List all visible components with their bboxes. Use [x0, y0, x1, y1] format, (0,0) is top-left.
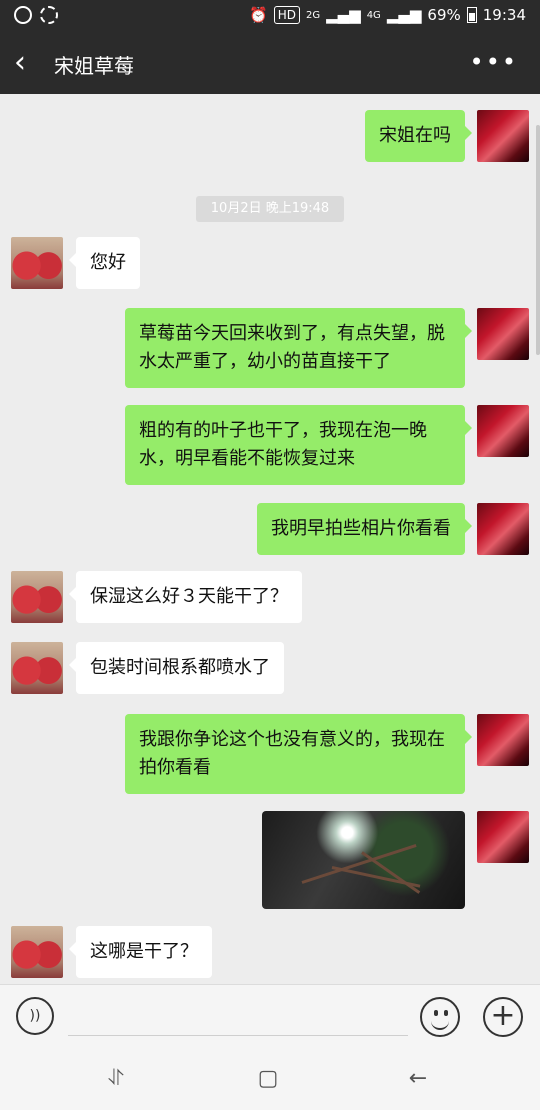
signal-4g-icon: 4G: [366, 9, 381, 21]
emoji-eye: [444, 1010, 448, 1016]
message-bubble-received[interactable]: 这哪是干了？: [69, 926, 212, 978]
notification-icon: [14, 6, 32, 24]
emoji-icon[interactable]: [420, 997, 460, 1037]
message-bubble-received[interactable]: 您好: [69, 237, 140, 289]
chat-header: ‹ 宋姐草莓 •••: [0, 34, 540, 94]
message-bubble-sent[interactable]: 草莓苗今天回来收到了，有点失望，脱水太严重了，幼小的苗直接干了: [125, 308, 472, 388]
contact-avatar[interactable]: [11, 926, 63, 978]
status-bar: ⏰ HD 2G ▂▄▆ 4G ▂▄▆ 69% 19:34: [0, 0, 540, 34]
more-dots-icon[interactable]: •••: [470, 48, 518, 76]
message-input[interactable]: [68, 1001, 408, 1036]
input-bar: )) +: [0, 984, 540, 1049]
alarm-icon: ⏰: [249, 6, 268, 24]
system-nav-bar: ⥯ ▢ ←: [0, 1048, 540, 1110]
chat-timestamp: 10月2日 晚上19:48: [196, 196, 344, 222]
signal-2g-icon: 2G: [305, 9, 321, 21]
message-bubble-sent[interactable]: 我跟你争论这个也没有意义的，我现在拍你看看: [125, 714, 472, 794]
message-bubble-sent[interactable]: 我明早拍些相片你看看: [257, 503, 472, 555]
status-left: [14, 6, 58, 24]
recent-apps-icon[interactable]: ⥯: [96, 1062, 136, 1096]
photo-detail: [361, 851, 421, 894]
my-avatar[interactable]: [477, 503, 529, 555]
nav-back-icon[interactable]: ←: [398, 1062, 438, 1096]
signal-bars-icon: ▂▄▆: [326, 6, 361, 24]
my-avatar[interactable]: [477, 714, 529, 766]
home-icon[interactable]: ▢: [248, 1062, 288, 1096]
plus-icon[interactable]: +: [483, 997, 523, 1037]
status-right: ⏰ HD 2G ▂▄▆ 4G ▂▄▆ 69% 19:34: [249, 6, 526, 24]
my-avatar[interactable]: [477, 405, 529, 457]
contact-avatar[interactable]: [11, 571, 63, 623]
image-message[interactable]: [262, 811, 465, 909]
my-avatar[interactable]: [477, 811, 529, 863]
message-bubble-sent[interactable]: 粗的有的叶子也干了，我现在泡一晚水，明早看能不能恢复过来: [125, 405, 472, 485]
contact-avatar[interactable]: [11, 642, 63, 694]
clock: 19:34: [482, 6, 526, 24]
contact-avatar[interactable]: [11, 237, 63, 289]
chat-scrollbar[interactable]: [536, 125, 540, 355]
voice-icon[interactable]: )): [16, 997, 54, 1035]
signal-bars-4g-icon: ▂▄▆: [386, 6, 422, 24]
emoji-eye: [434, 1010, 438, 1016]
battery-icon: [466, 7, 477, 23]
message-bubble-sent[interactable]: 宋姐在吗: [365, 110, 472, 162]
my-avatar[interactable]: [477, 308, 529, 360]
message-bubble-received[interactable]: 包装时间根系都喷水了: [69, 642, 284, 694]
battery-percent: 69%: [427, 6, 461, 24]
message-bubble-received[interactable]: 保湿这么好３天能干了？: [69, 571, 302, 623]
chat-title: 宋姐草莓: [54, 54, 134, 78]
back-arrow-icon[interactable]: ‹: [14, 48, 42, 80]
hd-badge: HD: [273, 6, 300, 24]
emoji-mouth: [431, 1019, 449, 1030]
weather-icon: [40, 6, 58, 24]
my-avatar[interactable]: [477, 110, 529, 162]
